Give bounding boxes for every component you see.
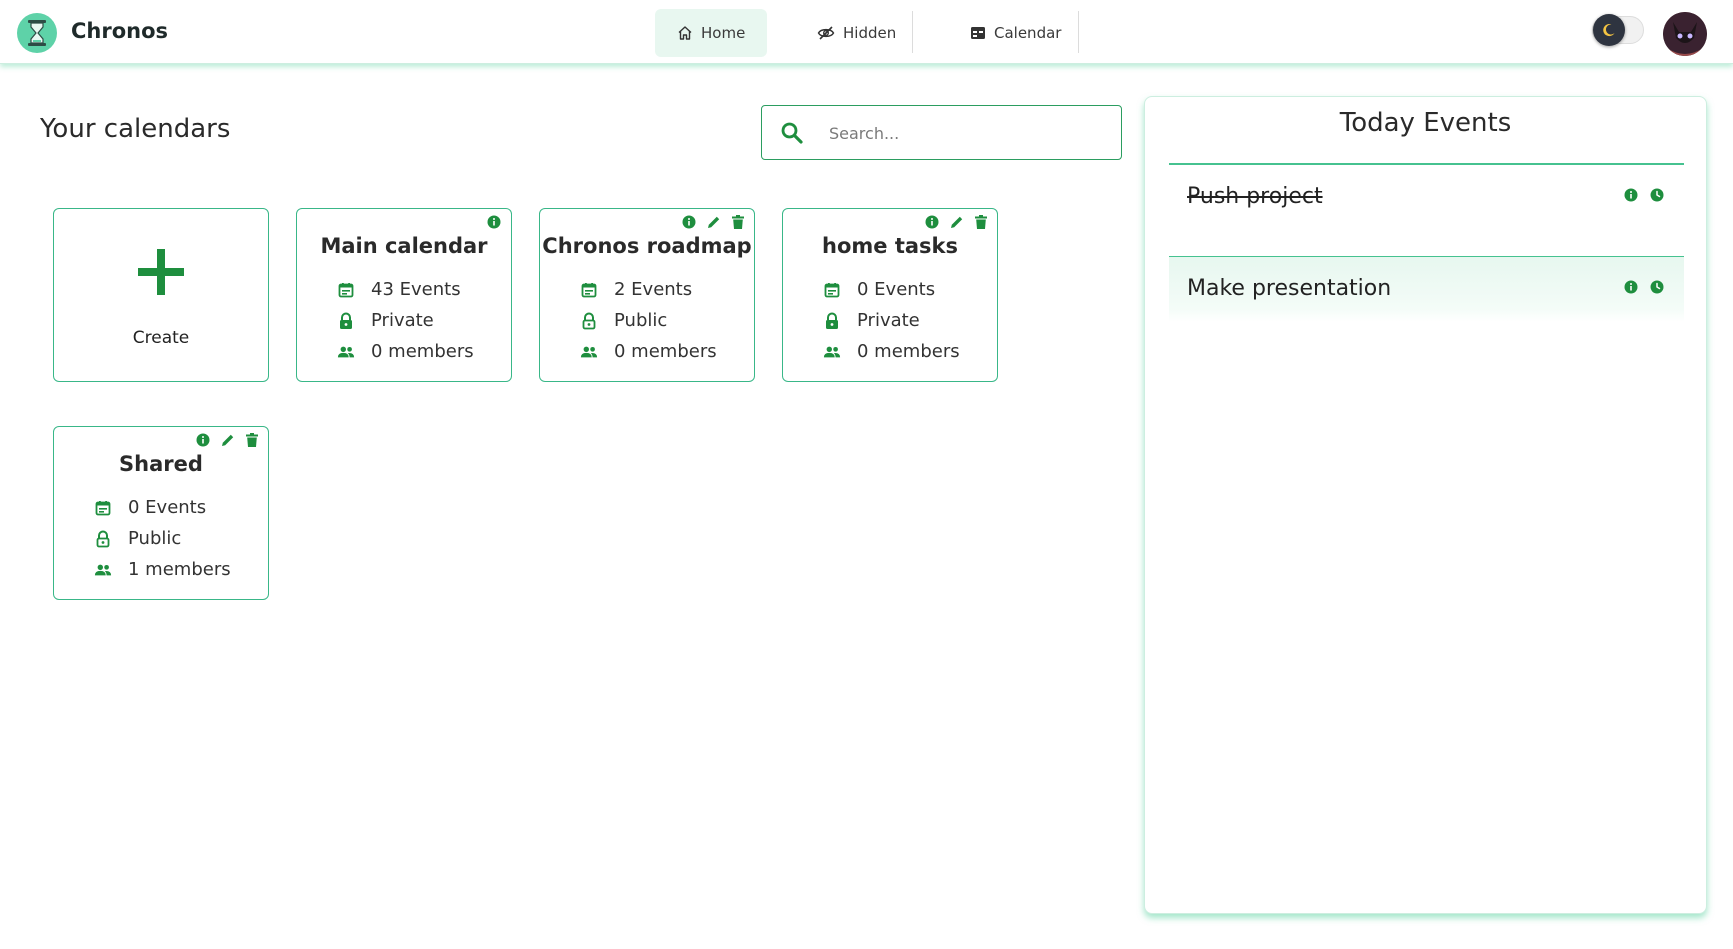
pencil-icon[interactable] (707, 215, 721, 229)
plus-icon (138, 249, 184, 295)
nav-hidden[interactable]: Hidden (795, 9, 918, 57)
unlock-icon (94, 530, 112, 548)
pencil-icon[interactable] (950, 215, 964, 229)
events-count-row: 43 Events (337, 279, 461, 300)
card-actions (682, 215, 744, 229)
clock-icon[interactable] (1650, 188, 1664, 202)
event-item[interactable]: Make presentation (1169, 256, 1684, 322)
card-actions (487, 215, 501, 229)
card-actions (925, 215, 987, 229)
nav-calendar[interactable]: Calendar (948, 9, 1083, 57)
people-icon (580, 343, 598, 361)
calendar-icon (337, 281, 355, 299)
eye-off-icon (817, 26, 835, 40)
calendar-name: home tasks (822, 234, 958, 258)
app-title: Chronos (71, 19, 169, 43)
visibility-label: Public (614, 310, 668, 331)
top-navbar: Chronos Home Hidden Calendar (0, 0, 1733, 64)
calendar-name: Chronos roadmap (542, 234, 752, 258)
members-count: 1 members (128, 559, 231, 580)
nav-calendar-label: Calendar (994, 24, 1062, 42)
visibility-label: Private (371, 310, 434, 331)
info-icon[interactable] (925, 215, 939, 229)
info-icon[interactable] (682, 215, 696, 229)
event-title: Push project (1187, 184, 1323, 209)
visibility-label: Private (857, 310, 920, 331)
search-box[interactable] (761, 105, 1122, 160)
calendar-card[interactable]: home tasks 0 Events Private 0 members (782, 208, 998, 382)
people-icon (337, 343, 355, 361)
visibility-row: Public (580, 310, 667, 331)
info-icon[interactable] (487, 215, 501, 229)
card-actions (196, 433, 258, 447)
events-count-row: 0 Events (94, 497, 206, 518)
clock-icon[interactable] (1650, 280, 1664, 294)
pencil-icon[interactable] (221, 433, 235, 447)
calendar-card[interactable]: Chronos roadmap 2 Events Public 0 member… (539, 208, 755, 382)
event-actions (1624, 188, 1664, 202)
members-count: 0 members (614, 341, 717, 362)
moon-icon[interactable] (1593, 14, 1625, 46)
events-count-row: 0 Events (823, 279, 935, 300)
events-count: 0 Events (857, 279, 936, 300)
members-row: 0 members (580, 341, 717, 362)
visibility-row: Public (94, 528, 181, 549)
calendar-name: Shared (119, 452, 203, 476)
visibility-row: Private (823, 310, 920, 331)
hourglass-icon[interactable] (17, 13, 57, 53)
nav-home-label: Home (701, 24, 746, 42)
visibility-row: Private (337, 310, 434, 331)
search-input[interactable] (829, 116, 1109, 150)
create-label: Create (132, 328, 190, 348)
today-events-panel: Today Events Push project Make presentat… (1144, 96, 1707, 914)
members-row: 0 members (823, 341, 960, 362)
nav-home[interactable]: Home (655, 9, 768, 57)
events-count: 2 Events (614, 279, 693, 300)
lock-icon (337, 312, 355, 330)
calendar-card[interactable]: Shared 0 Events Public 1 members (53, 426, 269, 600)
search-icon (781, 122, 803, 144)
trash-icon[interactable] (732, 215, 744, 229)
members-row: 0 members (337, 341, 474, 362)
events-count: 0 Events (128, 497, 207, 518)
calendar-icon (94, 499, 112, 517)
event-title: Make presentation (1187, 276, 1392, 301)
nav-hidden-label: Hidden (843, 24, 897, 42)
trash-icon[interactable] (975, 215, 987, 229)
calendar-card[interactable]: Main calendar 43 Events Private 0 member… (296, 208, 512, 382)
info-icon[interactable] (1624, 188, 1638, 202)
calendar-table-icon (971, 27, 985, 39)
page-title: Your calendars (40, 114, 231, 144)
events-count-row: 2 Events (580, 279, 692, 300)
info-icon[interactable] (1624, 280, 1638, 294)
calendar-icon (580, 281, 598, 299)
events-count: 43 Events (371, 279, 461, 300)
event-item[interactable]: Push project (1169, 165, 1684, 231)
info-icon[interactable] (196, 433, 210, 447)
home-icon (678, 26, 692, 40)
members-count: 0 members (371, 341, 474, 362)
event-actions (1624, 280, 1664, 294)
trash-icon[interactable] (246, 433, 258, 447)
visibility-label: Public (128, 528, 182, 549)
calendar-icon (823, 281, 841, 299)
unlock-icon (580, 312, 598, 330)
lock-icon (823, 312, 841, 330)
people-icon (823, 343, 841, 361)
people-icon (94, 561, 112, 579)
members-row: 1 members (94, 559, 231, 580)
create-calendar-card[interactable]: Create (53, 208, 269, 382)
avatar[interactable] (1663, 12, 1707, 56)
today-events-title: Today Events (1339, 108, 1512, 138)
calendar-name: Main calendar (320, 234, 488, 258)
members-count: 0 members (857, 341, 960, 362)
